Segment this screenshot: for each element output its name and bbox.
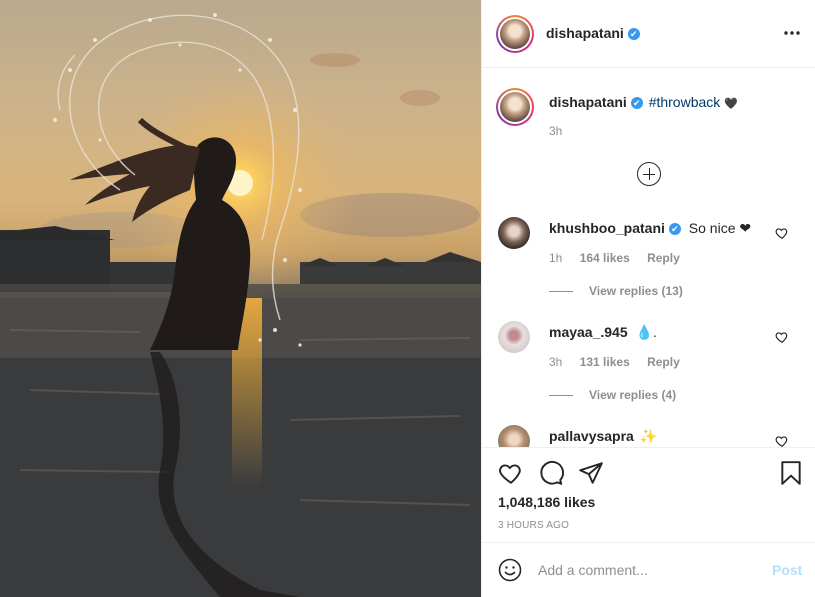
comment-like-icon[interactable]	[775, 330, 789, 344]
load-more-comments-icon[interactable]	[637, 162, 661, 186]
verified-badge-icon: ✔	[627, 28, 640, 40]
post-photo[interactable]	[0, 0, 481, 597]
comment-time[interactable]: 3h	[549, 355, 562, 369]
comment-like-icon[interactable]	[775, 226, 789, 240]
comment-reply-button[interactable]: Reply	[647, 251, 680, 265]
add-comment-bar: Post	[482, 542, 815, 597]
author-username[interactable]: dishapatani	[546, 25, 624, 41]
comment-meta: 1h 164 likes Reply	[549, 251, 694, 265]
caption-hashtag[interactable]: #throwback	[649, 94, 721, 110]
commenter-username[interactable]: pallavysapra	[549, 428, 634, 444]
author-avatar[interactable]	[496, 15, 534, 53]
comment-text: So nice ❤	[688, 220, 752, 236]
view-replies-button[interactable]: View replies (13)	[549, 284, 683, 298]
commenter-username[interactable]: mayaa_.945	[549, 324, 628, 340]
commenter-avatar[interactable]	[498, 217, 530, 249]
post-header: dishapatani ✔	[482, 0, 815, 68]
comment-bubble-icon[interactable]	[538, 460, 564, 486]
post-timestamp[interactable]: 3 HOURS AGO	[498, 520, 569, 531]
emoji-smiley-icon[interactable]	[498, 558, 522, 582]
comment-time[interactable]: 1h	[549, 251, 562, 265]
share-paper-plane-icon[interactable]	[578, 460, 604, 486]
post-photo-art	[0, 13, 481, 597]
comment-text: ✨	[639, 428, 658, 444]
comment-meta: 3h 131 likes Reply	[549, 355, 694, 369]
comment-like-icon[interactable]	[775, 434, 789, 447]
verified-badge-icon: ✔	[668, 223, 681, 235]
like-heart-icon[interactable]	[498, 460, 524, 486]
post-comment-button[interactable]: Post	[772, 562, 802, 578]
more-options-icon[interactable]	[784, 28, 800, 38]
commenter-avatar[interactable]	[498, 425, 530, 447]
comment-input[interactable]	[538, 557, 758, 583]
commenter-avatar[interactable]	[498, 321, 530, 353]
view-replies-button[interactable]: View replies (4)	[549, 388, 676, 402]
comment-likes[interactable]: 164 likes	[580, 251, 630, 265]
comment-reply-button[interactable]: Reply	[647, 355, 680, 369]
post-sidebar: dishapatani ✔ dishapatani ✔ #throwback 🖤 3…	[481, 0, 815, 597]
caption-time[interactable]: 3h	[549, 124, 562, 138]
caption: dishapatani ✔ #throwback 🖤	[549, 94, 738, 110]
comment-likes[interactable]: 131 likes	[580, 355, 630, 369]
caption-emoji: 🖤	[724, 98, 738, 110]
commenter-username[interactable]: khushboo_patani	[549, 220, 665, 236]
comment-text: 💧.	[635, 324, 657, 340]
verified-badge-icon: ✔	[630, 97, 643, 109]
caption-username[interactable]: dishapatani	[549, 94, 627, 110]
like-count[interactable]: 1,048,186 likes	[498, 494, 595, 510]
save-bookmark-icon[interactable]	[778, 460, 804, 486]
caption-avatar[interactable]	[496, 88, 534, 126]
post-actions: 1,048,186 likes 3 HOURS AGO	[482, 447, 815, 542]
comments-section[interactable]: dishapatani ✔ #throwback 🖤 3h khushboo_pa…	[482, 69, 815, 447]
